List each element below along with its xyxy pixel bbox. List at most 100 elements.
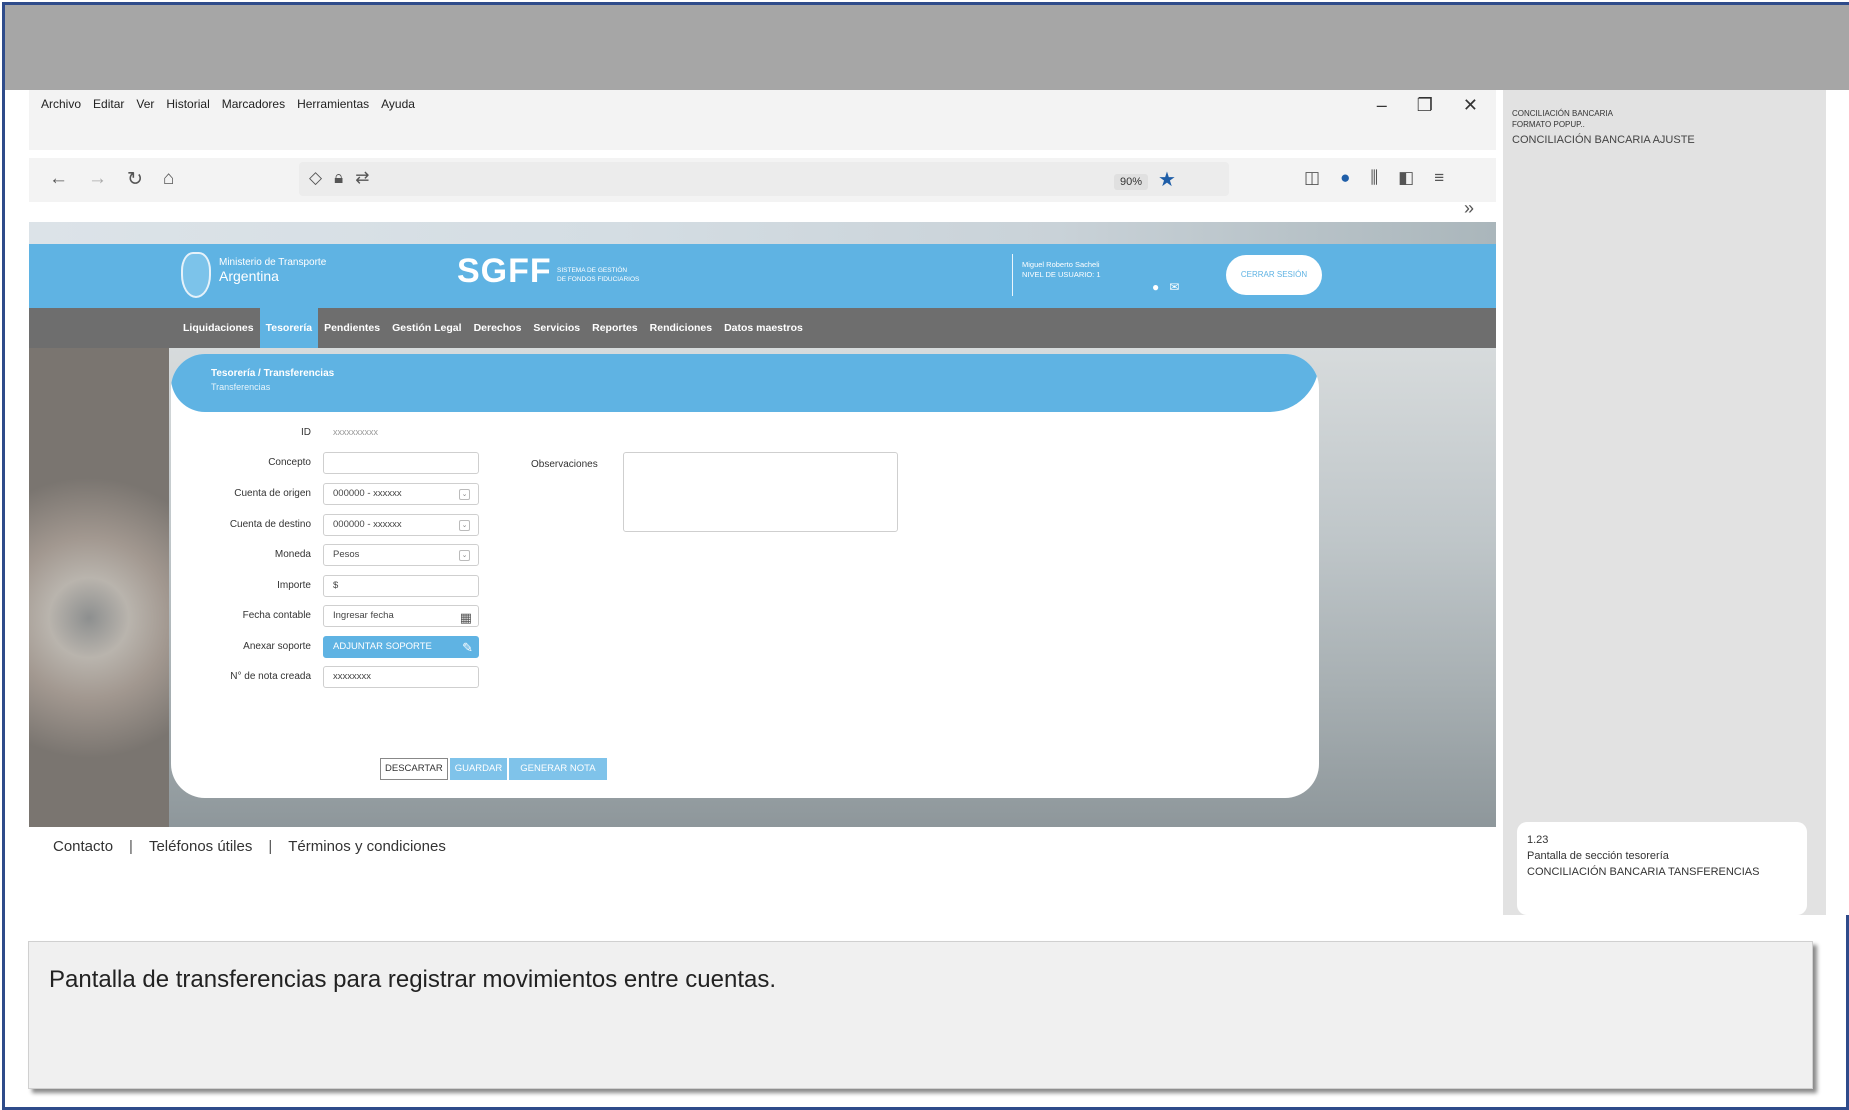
menu-historial[interactable]: Historial — [166, 97, 209, 111]
library-icon[interactable]: ⫼ — [1370, 168, 1378, 188]
user-separator — [1012, 254, 1013, 296]
transfer-form-card: Tesorería / Transferencias Transferencia… — [171, 354, 1319, 798]
origen-label: Cuenta de origen — [234, 488, 311, 499]
observaciones-textarea[interactable] — [623, 452, 898, 532]
side-panel-line1: CONCILIACIÓN BANCARIA — [1512, 109, 1613, 118]
right-edge — [1826, 90, 1849, 915]
screen-section: Pantalla de sección tesorería — [1527, 850, 1669, 862]
screen-number: 1.23 — [1527, 834, 1549, 846]
user-level: NIVEL DE USUARIO: 1 — [1022, 270, 1101, 279]
nav-datos-maestros[interactable]: Datos maestros — [718, 308, 809, 348]
chevron-down-icon: ⌄ — [459, 489, 470, 500]
footer-phones-link[interactable]: Teléfonos útiles — [149, 838, 252, 855]
sidebar-icon[interactable]: ◧ — [1398, 168, 1414, 188]
chevron-down-icon: ⌄ — [459, 550, 470, 561]
importe-input[interactable]: $ — [323, 575, 479, 597]
card-header: Tesorería / Transferencias Transferencia… — [171, 354, 1319, 412]
id-label: ID — [301, 427, 311, 438]
destino-select[interactable]: 000000 - xxxxxx ⌄ — [323, 514, 479, 536]
nav-liquidaciones[interactable]: Liquidaciones — [177, 308, 260, 348]
id-value: xxxxxxxxxx — [333, 427, 378, 437]
permissions-icon[interactable]: ⇄ — [355, 168, 369, 188]
origen-value: 000000 - xxxxxx — [333, 488, 402, 499]
nav-derechos[interactable]: Derechos — [468, 308, 528, 348]
menu-bar: Archivo Editar Ver Historial Marcadores … — [29, 90, 1496, 150]
discard-button[interactable]: DESCARTAR — [380, 758, 448, 780]
top-band — [5, 5, 1849, 90]
ministry-logo-text: Ministerio de Transporte Argentina — [219, 257, 326, 284]
nota-label: N° de nota creada — [230, 671, 311, 682]
site-header: Ministerio de Transporte Argentina SGFF … — [29, 244, 1496, 308]
reload-icon[interactable]: ↻ — [127, 168, 143, 191]
hero-strip — [29, 222, 1496, 244]
nota-input[interactable]: xxxxxxxx — [323, 666, 479, 688]
mail-icon[interactable]: ✉ — [1169, 280, 1179, 294]
coat-of-arms-icon — [181, 252, 211, 298]
destino-label: Cuenta de destino — [229, 519, 311, 530]
fecha-input[interactable]: Ingresar fecha ▦ — [323, 605, 479, 627]
app-subtitle-line1: Sistema de gestión — [557, 267, 628, 274]
menu-herramientas[interactable]: Herramientas — [297, 97, 369, 111]
fecha-label: Fecha contable — [242, 610, 311, 621]
generate-note-button[interactable]: GENERAR NOTA — [509, 758, 607, 780]
menu-ver[interactable]: Ver — [136, 97, 154, 111]
calendar-icon[interactable]: ▦ — [460, 608, 472, 628]
nav-reportes[interactable]: Reportes — [586, 308, 644, 348]
app-subtitle: Sistema de gestión de fondos fiduciarios — [557, 266, 639, 284]
concepto-input[interactable] — [323, 452, 479, 474]
settings-icon[interactable]: ● — [1152, 280, 1159, 294]
overflow-chevron-icon[interactable]: » — [1464, 198, 1474, 219]
chevron-down-icon: ⌄ — [459, 520, 470, 531]
annotation-side-panel: CONCILIACIÓN BANCARIA FORMATO POPUP.. CO… — [1503, 90, 1826, 915]
footer-separator: | — [129, 838, 133, 855]
attach-support-button[interactable]: Adjuntar soporte ✎ — [323, 636, 479, 658]
nav-rendiciones[interactable]: Rendiciones — [644, 308, 718, 348]
restore-icon[interactable]: ❐ — [1417, 95, 1433, 116]
breadcrumb[interactable]: Tesorería / Transferencias — [211, 368, 334, 379]
origen-select[interactable]: 000000 - xxxxxx ⌄ — [323, 483, 479, 505]
logout-button[interactable]: Cerrar sesión — [1226, 255, 1322, 295]
zoom-level[interactable]: 90% — [1114, 174, 1149, 190]
account-icon[interactable]: ● — [1340, 168, 1350, 188]
nav-servicios[interactable]: Servicios — [527, 308, 586, 348]
side-panel-line2: FORMATO POPUP.. — [1512, 120, 1585, 129]
user-name: Miguel Roberto Sacheli — [1022, 260, 1100, 269]
shield-icon[interactable]: ◇ — [309, 168, 322, 188]
minimize-icon[interactable]: – — [1377, 95, 1387, 116]
bookmark-star-icon[interactable]: ★ — [1158, 167, 1176, 192]
country-name: Argentina — [219, 268, 279, 284]
nav-pendientes[interactable]: Pendientes — [318, 308, 386, 348]
anexar-label: Anexar soporte — [243, 641, 311, 652]
footer-terms-link[interactable]: Términos y condiciones — [288, 838, 446, 855]
menu-marcadores[interactable]: Marcadores — [222, 97, 285, 111]
app-subtitle-line2: de fondos fiduciarios — [557, 276, 640, 283]
moneda-select[interactable]: Pesos ⌄ — [323, 544, 479, 566]
menu-editar[interactable]: Editar — [93, 97, 124, 111]
browser-window: Archivo Editar Ver Historial Marcadores … — [29, 90, 1496, 938]
browser-toolbar: ← → ↻ ⌂ ◇ 🔒︎ ⇄ 90% ★ ◫ ● ⫼ ◧ ≡ — [29, 158, 1496, 202]
ministry-name: Ministerio de Transporte — [219, 257, 327, 268]
footer-contact-link[interactable]: Contacto — [53, 838, 113, 855]
concepto-label: Concepto — [268, 457, 311, 468]
background-photo-detail — [29, 348, 169, 827]
back-icon[interactable]: ← — [49, 168, 68, 191]
home-icon[interactable]: ⌂ — [163, 168, 174, 191]
footer-separator: | — [268, 838, 273, 855]
hamburger-menu-icon[interactable]: ≡ — [1434, 168, 1444, 188]
moneda-label: Moneda — [274, 549, 311, 560]
caption-box: Pantalla de transferencias para registra… — [28, 941, 1813, 1089]
lock-icon[interactable]: 🔒︎ — [334, 168, 343, 188]
menu-ayuda[interactable]: Ayuda — [381, 97, 415, 111]
menu-archivo[interactable]: Archivo — [41, 97, 81, 111]
save-button[interactable]: GUARDAR — [449, 758, 508, 780]
forward-icon[interactable]: → — [88, 168, 107, 191]
attach-support-label: Adjuntar soporte — [333, 641, 432, 652]
nav-gestion-legal[interactable]: Gestión Legal — [386, 308, 467, 348]
destino-value: 000000 - xxxxxx — [333, 519, 402, 530]
observaciones-label: Observaciones — [531, 459, 598, 470]
url-bar[interactable] — [299, 162, 1229, 196]
edit-icon: ✎ — [462, 640, 473, 655]
pocket-icon[interactable]: ◫ — [1304, 168, 1320, 188]
close-icon[interactable]: ✕ — [1463, 95, 1478, 116]
nav-tesoreria[interactable]: Tesorería — [259, 308, 319, 348]
